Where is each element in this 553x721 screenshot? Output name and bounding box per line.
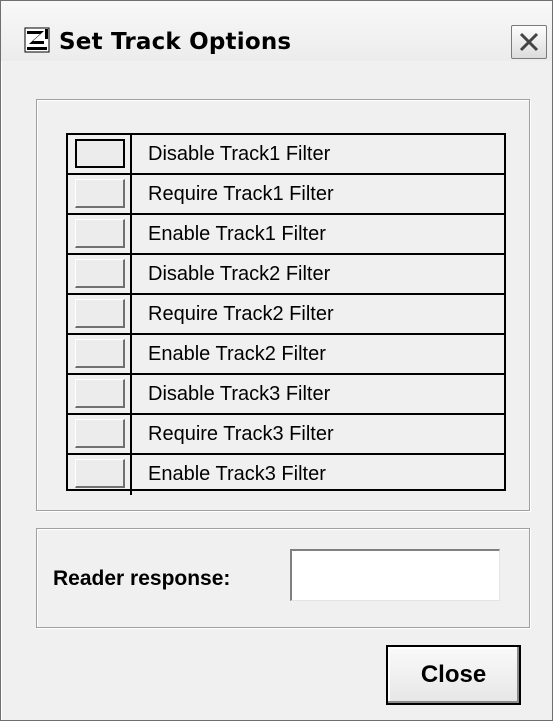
disable-track2-button[interactable]: [75, 259, 125, 288]
track-row-enable-track1: Enable Track1 Filter: [68, 215, 504, 255]
reader-response-label: Reader response:: [53, 567, 231, 590]
track-option-label: Enable Track1 Filter: [148, 223, 326, 245]
dialog-window: Set Track Options Disable Track1 Filter …: [0, 0, 553, 721]
track-option-label: Require Track1 Filter: [148, 183, 334, 205]
enable-track3-button[interactable]: [75, 459, 125, 488]
close-button[interactable]: Close: [386, 645, 521, 705]
window-close-button[interactable]: [511, 25, 547, 59]
disable-track1-button[interactable]: [75, 139, 125, 168]
disable-track3-button[interactable]: [75, 379, 125, 408]
track-row-require-track1: Require Track1 Filter: [68, 175, 504, 215]
track-option-label: Disable Track2 Filter: [148, 263, 331, 285]
app-logo-icon: [24, 27, 50, 53]
require-track2-button[interactable]: [75, 299, 125, 328]
track-option-label: Enable Track3 Filter: [148, 463, 326, 485]
track-row-disable-track1: Disable Track1 Filter: [68, 135, 504, 175]
enable-track1-button[interactable]: [75, 219, 125, 248]
track-option-label: Disable Track1 Filter: [148, 143, 331, 165]
track-option-label: Disable Track3 Filter: [148, 383, 331, 405]
enable-track2-button[interactable]: [75, 339, 125, 368]
track-row-require-track3: Require Track3 Filter: [68, 415, 504, 455]
track-row-enable-track2: Enable Track2 Filter: [68, 335, 504, 375]
track-row-enable-track3: Enable Track3 Filter: [68, 455, 504, 495]
window-title: Set Track Options: [59, 29, 292, 55]
track-option-label: Enable Track2 Filter: [148, 343, 326, 365]
require-track3-button[interactable]: [75, 419, 125, 448]
track-options-table: Disable Track1 Filter Require Track1 Fil…: [66, 133, 506, 495]
require-track1-button[interactable]: [75, 179, 125, 208]
track-option-label: Require Track3 Filter: [148, 423, 334, 445]
track-row-require-track2: Require Track2 Filter: [68, 295, 504, 335]
close-x-icon: [519, 32, 539, 52]
track-option-label: Require Track2 Filter: [148, 303, 334, 325]
title-bar[interactable]: Set Track Options: [1, 1, 552, 61]
reader-response-field[interactable]: [290, 549, 500, 601]
track-row-disable-track2: Disable Track2 Filter: [68, 255, 504, 295]
track-row-disable-track3: Disable Track3 Filter: [68, 375, 504, 415]
